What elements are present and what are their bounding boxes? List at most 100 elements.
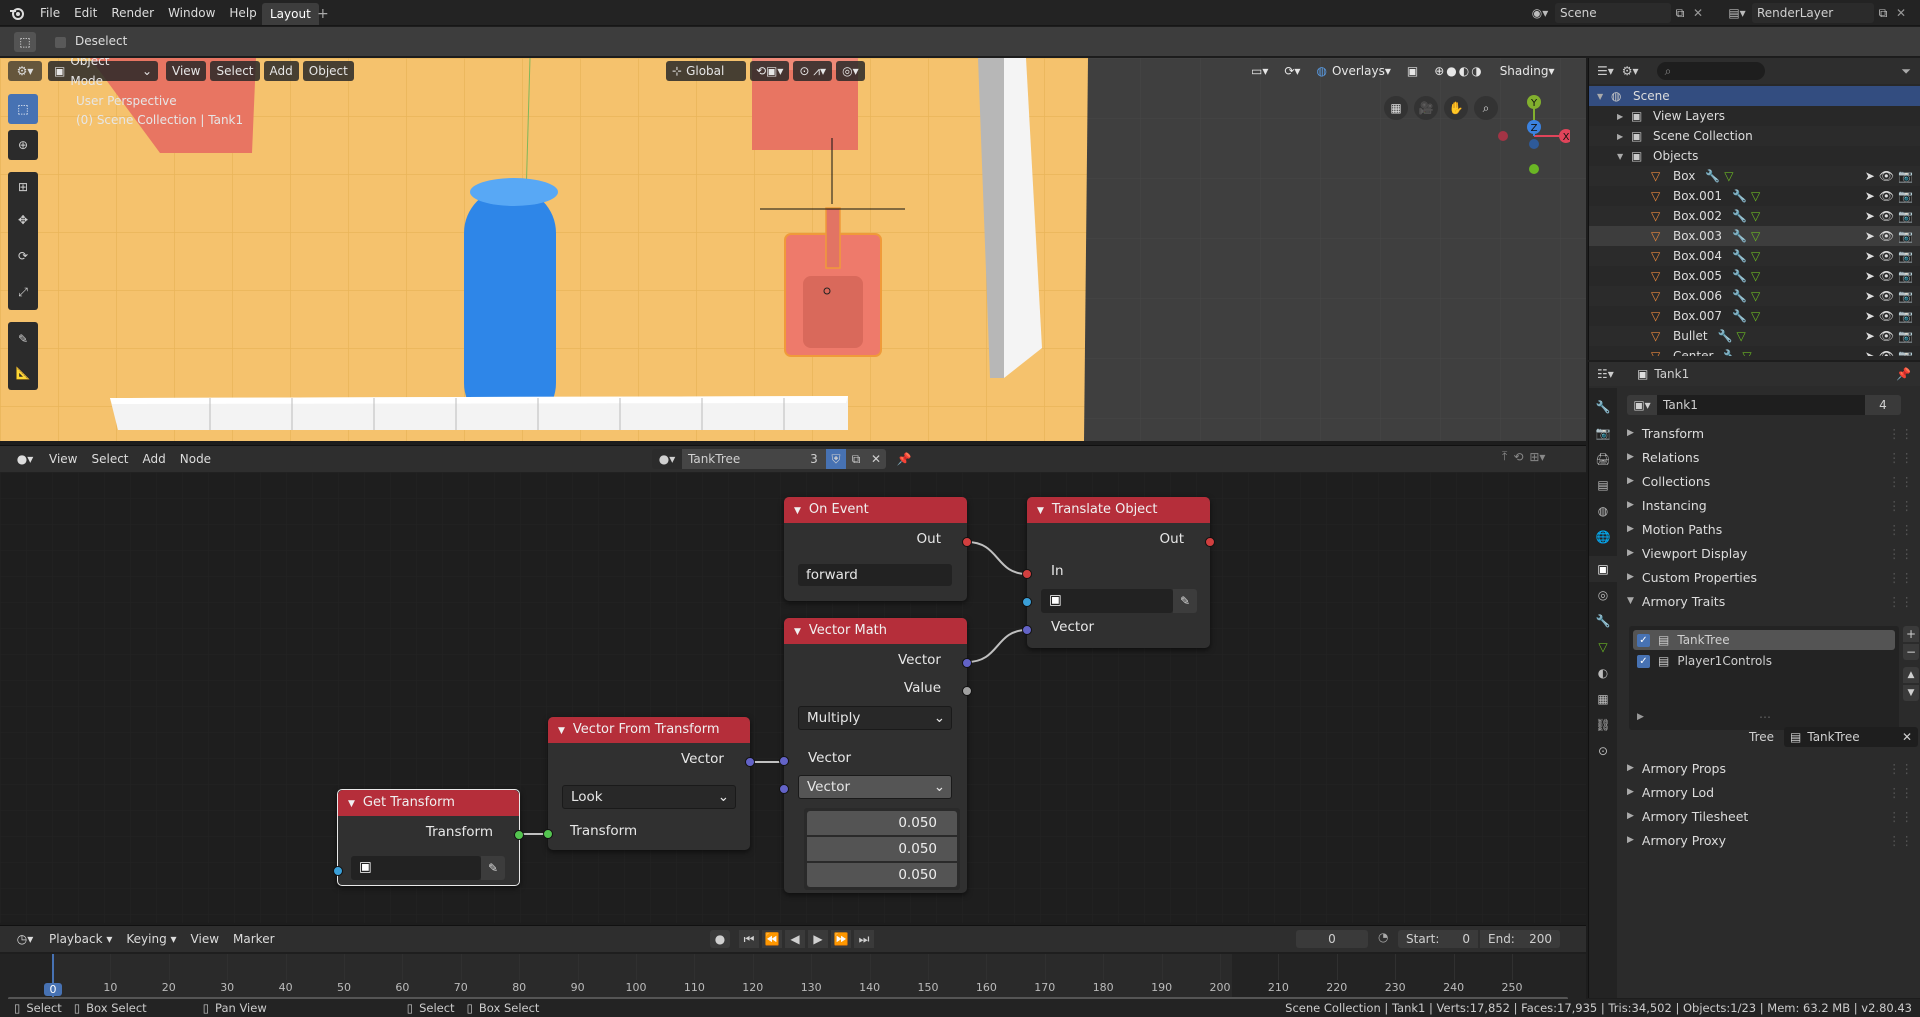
drag-handle-icon[interactable]: ⋮⋮ — [1888, 498, 1913, 513]
view-layer-field[interactable]: RenderLayer — [1752, 3, 1874, 23]
deselect-checkbox[interactable] — [55, 37, 66, 48]
transform-tool-icon[interactable]: ⊞ — [8, 172, 38, 202]
selectable-icon[interactable]: ➤ — [1865, 329, 1875, 343]
jump-start-icon[interactable]: ⏮ — [739, 930, 759, 948]
property-panel-header[interactable]: ▶ Viewport Display ⋮⋮ — [1617, 541, 1920, 565]
vector-math-vector2-dropdown[interactable]: Vector ⌄ — [798, 775, 952, 799]
property-panel-header[interactable]: ▶ Armory Lod ⋮⋮ — [1617, 780, 1920, 804]
select-box-tool-icon[interactable]: ⬚ — [8, 94, 38, 124]
node-get-transform-header[interactable]: ▼ Get Transform — [338, 790, 519, 816]
node-tree-browse-icon[interactable]: ●▾ — [652, 449, 682, 469]
ortho-toggle-icon[interactable]: ▦ — [1384, 96, 1408, 120]
shading-modes[interactable]: ⊕●◐◑ — [1428, 61, 1489, 81]
next-keyframe-icon[interactable]: ⏩ — [831, 930, 851, 948]
constraint-tab-icon[interactable]: ⛓ — [1589, 712, 1617, 738]
drag-handle-icon[interactable]: ⋮⋮ — [1888, 594, 1913, 609]
vector-value-z[interactable]: 0.050 — [807, 863, 957, 887]
outliner-row[interactable]: ▽ Center 🔧 ▽ ➤ 👁 📷 — [1589, 346, 1920, 356]
vft-out-socket[interactable] — [745, 757, 755, 767]
outliner-row[interactable]: ▽ Box.007 🔧 ▽ ➤ 👁 📷 — [1589, 306, 1920, 326]
outliner-row[interactable]: ▽ Box.006 🔧 ▽ ➤ 👁 📷 — [1589, 286, 1920, 306]
vector-math-in-vector2-socket[interactable] — [779, 784, 789, 794]
visibility-eye-icon[interactable]: 👁 — [1879, 309, 1894, 323]
overlays-button[interactable]: ◍ Overlays ▾ — [1310, 61, 1396, 81]
rotate-tool-icon[interactable]: ⟳ — [8, 238, 38, 274]
end-frame-field[interactable]: End: 200 — [1480, 930, 1560, 948]
timeline-editor-icon[interactable]: ◷▾ — [8, 932, 42, 946]
list-expand-icon[interactable]: ▶ — [1637, 712, 1644, 722]
expand-arrow-icon[interactable]: ▼ — [1617, 152, 1631, 161]
outliner-row[interactable]: ▼ ◍ Scene — [1589, 86, 1920, 106]
cursor-tool-icon[interactable]: ⊕ — [8, 130, 38, 160]
property-panel-header[interactable]: ▶ Armory Proxy ⋮⋮ — [1617, 828, 1920, 852]
particles-tab-icon[interactable]: ⊙ — [1589, 738, 1617, 764]
menu-edit[interactable]: Edit — [67, 3, 104, 23]
new-view-layer-icon[interactable]: ⧉ — [1874, 6, 1892, 21]
xray-icon[interactable]: ▣ — [1401, 61, 1424, 81]
start-frame-field[interactable]: Start: 0 — [1398, 930, 1478, 948]
outliner-row[interactable]: ▽ Box.004 🔧 ▽ ➤ 👁 📷 — [1589, 246, 1920, 266]
visibility-eye-icon[interactable]: 👁 — [1879, 209, 1894, 223]
outliner-row[interactable]: ▽ Box.005 🔧 ▽ ➤ 👁 📷 — [1589, 266, 1920, 286]
visibility-eye-icon[interactable]: 👁 — [1879, 349, 1894, 356]
move-trait-up-button[interactable]: ▲ — [1903, 667, 1919, 683]
object-tab-icon[interactable]: ▣ — [1589, 556, 1617, 582]
parent-tree-icon[interactable]: ⤒ — [1502, 449, 1507, 464]
list-resize-icon[interactable]: ⋯ — [1759, 710, 1771, 724]
add-workspace-button[interactable]: + — [317, 3, 329, 25]
world-tab-icon[interactable]: 🌐 — [1589, 524, 1617, 550]
drag-handle-icon[interactable]: ⋮⋮ — [1888, 546, 1913, 561]
render-camera-icon[interactable]: 📷 — [1898, 169, 1913, 183]
menu-render[interactable]: Render — [104, 3, 161, 23]
trait-checkbox[interactable]: ✓ — [1637, 633, 1650, 647]
measure-tool-icon[interactable]: 📐 — [8, 356, 38, 390]
vector-value-x[interactable]: 0.050 — [807, 811, 957, 835]
property-panel-header[interactable]: ▶ Motion Paths ⋮⋮ — [1617, 517, 1920, 541]
on-event-name-field[interactable]: forward — [798, 564, 952, 586]
move-tool-icon[interactable]: ✥ — [8, 202, 38, 238]
gizmo-icon[interactable]: ⟳▾ — [1278, 61, 1306, 81]
fake-user-icon[interactable]: ⛨ — [826, 449, 846, 469]
expand-arrow-icon[interactable]: ▼ — [1597, 92, 1611, 101]
drag-handle-icon[interactable]: ⋮⋮ — [1888, 426, 1913, 441]
selectable-icon[interactable]: ➤ — [1865, 169, 1875, 183]
viewport-menu-view[interactable]: View — [166, 61, 207, 81]
visibility-eye-icon[interactable]: 👁 — [1879, 189, 1894, 203]
snap-icon[interactable]: ⊙ ⩘▾ — [793, 61, 833, 81]
vft-in-socket[interactable] — [543, 829, 553, 839]
play-reverse-icon[interactable]: ◀ — [785, 930, 805, 948]
tree-field[interactable]: ▤ TankTree ✕ — [1784, 727, 1919, 747]
snap-node-icon[interactable]: ⟲ — [1513, 450, 1523, 464]
vft-mode-dropdown[interactable]: Look ⌄ — [562, 785, 736, 809]
visibility-eye-icon[interactable]: 👁 — [1879, 229, 1894, 243]
delete-scene-icon[interactable]: ✕ — [1689, 6, 1707, 20]
vector-math-out-vector-socket[interactable] — [962, 658, 972, 668]
play-icon[interactable]: ▶ — [808, 930, 828, 948]
property-panel-header[interactable]: ▼ Armory Traits ⋮⋮ — [1617, 589, 1920, 613]
trait-checkbox[interactable]: ✓ — [1637, 654, 1650, 668]
camera-view-icon[interactable]: 🎥 — [1414, 96, 1438, 120]
object-mode-dropdown[interactable]: ▣ Object Mode ⌄ — [48, 58, 158, 88]
selectable-icon[interactable]: ➤ — [1865, 289, 1875, 303]
drag-handle-icon[interactable]: ⋮⋮ — [1888, 522, 1913, 537]
collapse-icon[interactable]: ▼ — [348, 799, 355, 809]
view-layer-tab-icon[interactable]: ▤ — [1589, 472, 1617, 498]
select-tool-icon[interactable]: ⬚ — [14, 32, 36, 52]
outliner-editor-icon[interactable]: ☰▾ — [1597, 64, 1614, 78]
modifier-tab-icon[interactable]: 🔧 — [1589, 608, 1617, 634]
node-on-event-header[interactable]: ▼ On Event — [784, 497, 967, 523]
node-vector-from-transform[interactable]: ▼ Vector From Transform Vector Look ⌄ Tran… — [543, 717, 755, 850]
collapse-icon[interactable]: ▼ — [1037, 506, 1044, 516]
outliner-row[interactable]: ▽ Box.001 🔧 ▽ ➤ 👁 📷 — [1589, 186, 1920, 206]
selectable-icon[interactable]: ➤ — [1865, 309, 1875, 323]
delete-view-layer-icon[interactable]: ✕ — [1892, 6, 1910, 20]
translate-object-socket[interactable] — [1022, 597, 1032, 607]
vector-math-out-value-socket[interactable] — [962, 686, 972, 696]
translate-vector-socket[interactable] — [1022, 625, 1032, 635]
render-tab-icon[interactable]: 📷 — [1589, 420, 1617, 446]
property-panel-header[interactable]: ▶ Custom Properties ⋮⋮ — [1617, 565, 1920, 589]
move-trait-down-button[interactable]: ▼ — [1903, 685, 1919, 701]
filter-icon[interactable]: ⏷ — [1901, 64, 1911, 79]
material-tab-icon[interactable]: ◐ — [1589, 660, 1617, 686]
texture-tab-icon[interactable]: ▦ — [1589, 686, 1617, 712]
